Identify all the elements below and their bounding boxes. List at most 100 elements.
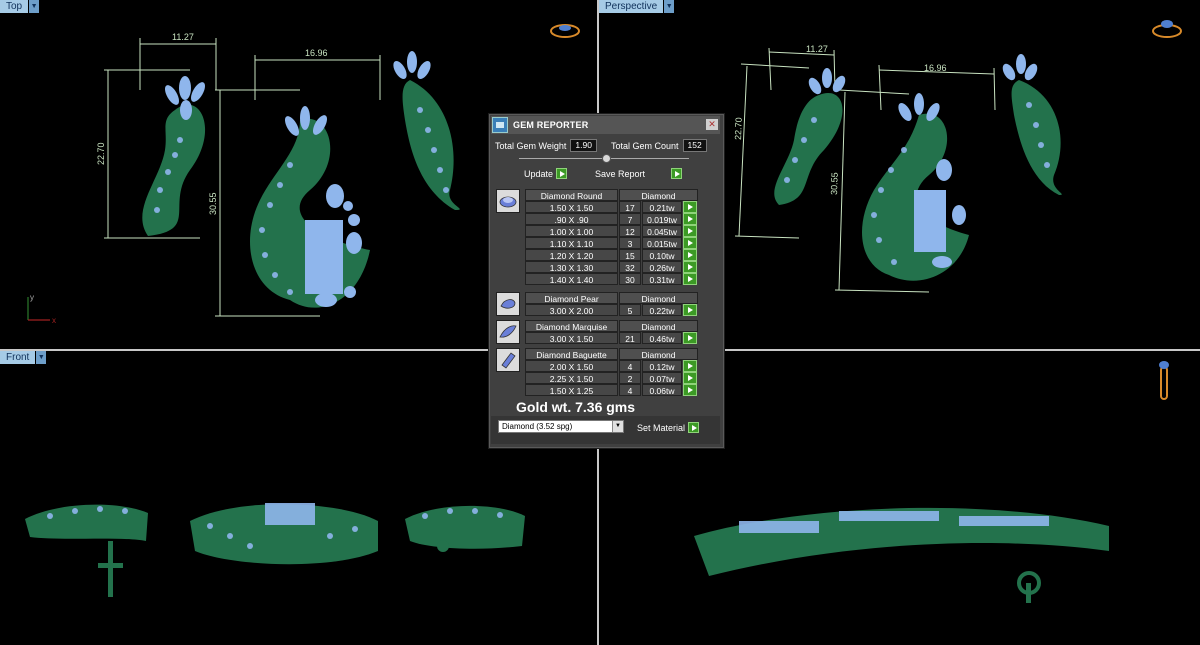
- gem-count-cell: 3: [619, 237, 641, 249]
- viewport-name: Perspective: [599, 0, 664, 13]
- gem-weight-cell: 0.26tw: [642, 261, 682, 273]
- dim-label: 30.55: [208, 192, 218, 215]
- gem-size-cell: 3.00 X 1.50: [525, 332, 618, 344]
- gem-weight-cell: 0.019tw: [642, 213, 682, 225]
- gem-group-name: Diamond Baguette: [525, 348, 618, 360]
- viewport-label-top[interactable]: Top ▼: [0, 0, 40, 13]
- viewport-label-front[interactable]: Front ▼: [0, 351, 47, 364]
- gem-size-cell: 2.00 X 1.50: [525, 360, 618, 372]
- marquise-gem-icon: [496, 320, 520, 344]
- gem-size-cell: .90 X .90: [525, 213, 618, 225]
- gem-group-name: Diamond Marquise: [525, 320, 618, 332]
- chevron-down-icon[interactable]: ▼: [664, 0, 675, 13]
- select-gems-button[interactable]: [683, 213, 697, 225]
- gem-weight-cell: 0.22tw: [642, 304, 682, 316]
- gem-count-cell: 17: [619, 201, 641, 213]
- pear-gem-icon: [496, 292, 520, 316]
- dim-label: 22.70: [733, 117, 744, 140]
- dim-label: 16.96: [305, 48, 328, 58]
- gem-reporter-titlebar[interactable]: GEM REPORTER ✕: [491, 116, 720, 134]
- baguette-gem-icon: [496, 348, 520, 372]
- gem-group-name: Diamond Pear: [525, 292, 618, 304]
- dim-label: 22.70: [96, 142, 106, 165]
- ring-navigation-icon[interactable]: [549, 22, 581, 40]
- select-gems-button[interactable]: [683, 237, 697, 249]
- gem-size-cell: 1.10 X 1.10: [525, 237, 618, 249]
- select-gems-button[interactable]: [683, 201, 697, 213]
- gem-weight-cell: 0.21tw: [642, 201, 682, 213]
- gem-count-cell: 2: [619, 372, 641, 384]
- ring-navigation-icon[interactable]: [1156, 359, 1172, 401]
- round-gem-icon: [496, 189, 520, 213]
- gold-weight-text: Gold wt. 7.36 gms: [516, 399, 636, 415]
- gem-size-cell: 1.40 X 1.40: [525, 273, 618, 285]
- gem-reporter-title: GEM REPORTER: [513, 120, 589, 130]
- dim-label: 11.27: [172, 32, 194, 42]
- dim-label: 11.27: [806, 44, 828, 54]
- ring-navigation-icon[interactable]: [1150, 18, 1184, 40]
- select-gems-button[interactable]: [683, 249, 697, 261]
- viewport-name: Front: [0, 351, 36, 364]
- select-gems-button[interactable]: [683, 384, 697, 396]
- gem-count-cell: 21: [619, 332, 641, 344]
- gem-size-cell: 1.30 X 1.30: [525, 261, 618, 273]
- gem-weight-cell: 0.07tw: [642, 372, 682, 384]
- material-select[interactable]: Diamond (3.52 spg) ▼: [498, 420, 624, 433]
- gem-count-cell: 30: [619, 273, 641, 285]
- size-slider-handle[interactable]: [602, 154, 611, 163]
- set-material-button[interactable]: Set Material: [634, 421, 700, 434]
- gem-size-cell: 1.50 X 1.50: [525, 201, 618, 213]
- total-gem-count-label: Total Gem Count: [611, 140, 679, 151]
- gem-weight-cell: 0.31tw: [642, 273, 682, 285]
- select-gems-button[interactable]: [683, 360, 697, 372]
- gem-group-name: Diamond Round: [525, 189, 618, 201]
- select-gems-button[interactable]: [683, 372, 697, 384]
- select-gems-button[interactable]: [683, 332, 697, 344]
- gem-weight-cell: 0.015tw: [642, 237, 682, 249]
- gem-reporter-logo-icon: [492, 117, 508, 133]
- gem-count-cell: 4: [619, 360, 641, 372]
- gem-size-cell: 2.25 X 1.50: [525, 372, 618, 384]
- save-report-button[interactable]: Save Report: [592, 167, 683, 180]
- gem-reporter-panel: GEM REPORTER ✕ Total Gem Weight 1.90 Tot…: [488, 113, 725, 449]
- gem-count-cell: 32: [619, 261, 641, 273]
- play-icon[interactable]: [556, 168, 568, 179]
- dim-label: 30.55: [829, 172, 840, 195]
- select-gems-button[interactable]: [683, 273, 697, 285]
- gem-count-cell: 7: [619, 213, 641, 225]
- total-gem-count: Total Gem Count 152: [611, 139, 707, 152]
- play-icon[interactable]: [671, 168, 683, 179]
- select-gems-button[interactable]: [683, 225, 697, 237]
- gem-weight-cell: 0.045tw: [642, 225, 682, 237]
- select-gems-button[interactable]: [683, 304, 697, 316]
- material-select-value: Diamond (3.52 spg): [502, 422, 573, 431]
- update-button[interactable]: Update: [521, 167, 568, 180]
- chevron-down-icon[interactable]: ▼: [36, 351, 47, 364]
- gem-weight-cell: 0.12tw: [642, 360, 682, 372]
- axis-label-y: y: [30, 293, 34, 302]
- total-gem-weight: Total Gem Weight 1.90: [495, 139, 597, 152]
- gem-count-cell: 15: [619, 249, 641, 261]
- chevron-down-icon[interactable]: ▼: [29, 0, 40, 13]
- gem-weight-cell: 0.06tw: [642, 384, 682, 396]
- gem-group-material: Diamond: [619, 189, 698, 201]
- gem-weight-cell: 0.46tw: [642, 332, 682, 344]
- chevron-down-icon[interactable]: ▼: [612, 421, 623, 432]
- gem-count-cell: 4: [619, 384, 641, 396]
- play-icon[interactable]: [688, 422, 700, 433]
- total-gem-weight-label: Total Gem Weight: [495, 140, 567, 151]
- viewport-label-perspective[interactable]: Perspective ▼: [599, 0, 675, 13]
- gem-group-material: Diamond: [619, 348, 698, 360]
- gem-size-cell: 1.00 X 1.00: [525, 225, 618, 237]
- gem-count-cell: 12: [619, 225, 641, 237]
- total-gem-weight-value: 1.90: [570, 139, 597, 152]
- gem-size-cell: 1.20 X 1.20: [525, 249, 618, 261]
- select-gems-button[interactable]: [683, 261, 697, 273]
- gem-size-cell: 1.50 X 1.25: [525, 384, 618, 396]
- gem-weight-cell: 0.10tw: [642, 249, 682, 261]
- dim-label: 16.96: [924, 63, 947, 73]
- gem-size-cell: 3.00 X 2.00: [525, 304, 618, 316]
- viewport-name: Top: [0, 0, 29, 13]
- gem-count-cell: 5: [619, 304, 641, 316]
- close-icon[interactable]: ✕: [706, 119, 718, 130]
